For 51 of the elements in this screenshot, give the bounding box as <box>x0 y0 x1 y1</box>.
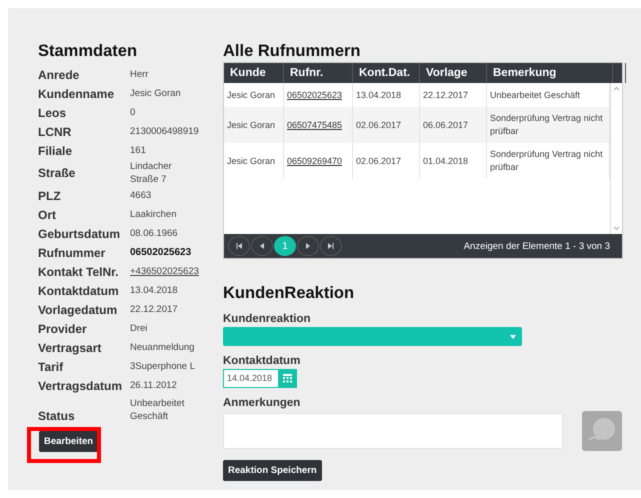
phone-link[interactable]: 06509269470 <box>284 143 353 179</box>
field-value: Jesic Goran <box>130 87 181 100</box>
field-value: 06502025623 <box>130 246 192 259</box>
field-value: 08.06.1966 <box>130 227 178 240</box>
field-value: 3Superphone L <box>130 360 195 373</box>
field-label: Kontakt TelNr. <box>38 264 118 278</box>
field-value: 4663 <box>130 189 152 202</box>
phone-link[interactable]: +436502025623 <box>130 265 199 278</box>
field-label: Leos <box>38 106 66 120</box>
section-title: Alle Rufnummern <box>223 42 361 61</box>
field-label: Vertragsart <box>38 340 102 354</box>
field-value: 2130006498919 <box>130 125 199 138</box>
save-button[interactable]: Reaktion Speichern <box>223 460 322 481</box>
field-label: Anmerkungen <box>223 397 300 409</box>
section-title: Stammdaten <box>38 42 138 61</box>
table-cell: Sonderprüfung Vertrag nicht prüfbar <box>487 143 610 179</box>
field-label: Vertragsdatum <box>38 378 122 392</box>
edit-button[interactable]: Bearbeiten <box>39 431 98 452</box>
table-cell: 01.04.2018 <box>420 143 487 179</box>
field-label: Kontaktdatum <box>223 355 300 367</box>
field-value: Neuanmeldung <box>130 341 194 354</box>
field-label: Anrede <box>38 68 80 82</box>
date-field[interactable]: 14.04.2018 <box>223 369 297 388</box>
field-value: Unbearbeitet Geschäft <box>130 397 186 423</box>
field-label: Kundenreaktion <box>223 313 311 325</box>
field-value: 22.12.2017 <box>130 303 178 316</box>
field-value: 161 <box>130 144 146 157</box>
field-label: Kontaktdatum <box>38 284 119 298</box>
field-label: Geburtsdatum <box>38 226 120 240</box>
field-label: Ort <box>38 208 56 222</box>
field-value: Laakirchen <box>130 208 176 221</box>
section-title: KundenReaktion <box>223 284 354 303</box>
field-label: Tarif <box>38 360 64 374</box>
field-value: 13.04.2018 <box>130 284 178 297</box>
field-value: 26.11.2012 <box>130 379 177 392</box>
field-label: Rufnummer <box>38 246 106 260</box>
field-label: Straße <box>38 166 76 180</box>
field-value: Herr <box>130 68 148 81</box>
field-label: Kundenname <box>38 86 114 100</box>
field-label: LCNR <box>38 124 72 138</box>
field-value: Drei <box>130 322 148 335</box>
field-label: Vorlagedatum <box>38 302 118 316</box>
field-label: PLZ <box>38 188 61 202</box>
field-value: Lindacher Straße 7 <box>130 160 173 186</box>
table-cell: Jesic Goran <box>224 143 284 179</box>
field-label: Provider <box>38 322 87 336</box>
field-value: 0 <box>130 106 136 119</box>
field-label: Status <box>38 409 75 423</box>
table-cell: 02.06.2017 <box>353 143 420 179</box>
field-label: Filiale <box>38 144 72 158</box>
pagination-info: Anzeigen der Elemente 1 - 3 von 3 <box>464 240 610 252</box>
